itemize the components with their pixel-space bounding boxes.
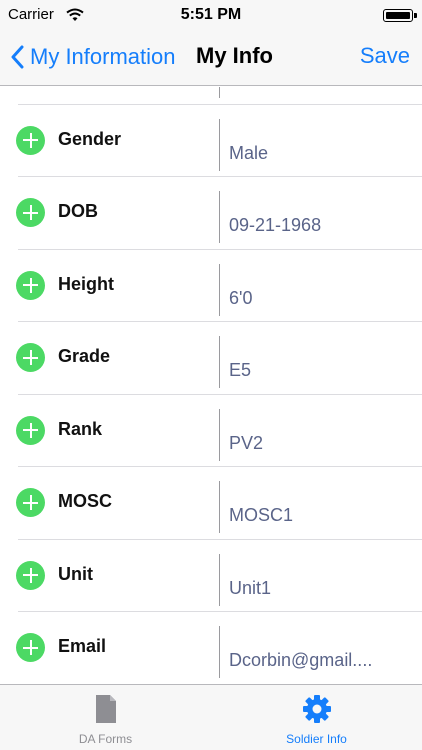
- back-button[interactable]: My Information: [10, 42, 176, 72]
- navigation-bar: My Information My Info Save: [0, 30, 422, 86]
- field-row: Gender Male: [0, 105, 422, 177]
- save-button[interactable]: Save: [360, 43, 410, 69]
- back-label: My Information: [30, 44, 176, 69]
- field-row: DOB 09-21-1968: [0, 177, 422, 250]
- field-value[interactable]: 6'0: [229, 288, 414, 309]
- field-divider: [219, 263, 220, 316]
- field-row: Unit Unit1: [0, 540, 422, 612]
- field-label: DOB: [58, 201, 98, 221]
- page-title: My Info: [196, 43, 273, 68]
- field-value[interactable]: MOSC1: [229, 505, 414, 526]
- field-row: Rank PV2: [0, 395, 422, 467]
- clock: 5:51 PM: [180, 6, 242, 23]
- field-label: Gender: [58, 128, 122, 149]
- tab-da-forms[interactable]: DA Forms: [0, 685, 211, 750]
- chevron-left-icon: [11, 45, 24, 69]
- add-icon[interactable]: [16, 125, 45, 155]
- field-label: MOSC: [58, 491, 112, 511]
- add-icon[interactable]: [16, 343, 45, 372]
- field-label: Height: [58, 273, 114, 294]
- field-value[interactable]: Dcorbin@gmail....: [229, 650, 414, 671]
- field-value[interactable]: E5: [229, 360, 414, 381]
- field-divider: [219, 553, 220, 606]
- gear-icon: [302, 695, 331, 723]
- status-bar: Carrier 5:51 PM: [0, 0, 422, 30]
- tab-soldier-info[interactable]: Soldier Info: [211, 685, 422, 750]
- field-value[interactable]: PV2: [229, 433, 414, 454]
- tab-label: DA Forms: [78, 732, 133, 746]
- field-divider: [219, 336, 220, 388]
- field-divider: [219, 481, 220, 533]
- field-row: First NameCorbin: [0, 87, 422, 105]
- field-divider: [219, 87, 220, 98]
- info-list[interactable]: First NameCorbin Gender Male DOB 09-21-1968 H…: [0, 87, 422, 684]
- field-row: MOSC MOSC1: [0, 467, 422, 540]
- field-divider: [219, 118, 220, 171]
- add-icon[interactable]: [16, 198, 45, 227]
- document-icon: [95, 695, 116, 723]
- field-row: Email Dcorbin@gmail....: [0, 612, 422, 684]
- tab-bar: DA Forms Soldier Info: [0, 684, 422, 750]
- battery-icon: [383, 9, 413, 22]
- field-value[interactable]: 09-21-1968: [229, 215, 414, 236]
- tab-label: Soldier Info: [286, 732, 347, 746]
- field-row: Grade E5: [0, 322, 422, 395]
- field-value[interactable]: Corbin: [229, 87, 414, 91]
- field-divider: [219, 626, 220, 678]
- field-divider: [219, 191, 220, 243]
- add-icon[interactable]: [16, 633, 45, 662]
- field-label: Rank: [58, 418, 103, 439]
- field-value[interactable]: Male: [229, 143, 414, 164]
- add-icon[interactable]: [16, 270, 45, 300]
- field-value[interactable]: Unit1: [229, 578, 414, 599]
- field-row: Height 6'0: [0, 250, 422, 322]
- field-divider: [219, 408, 220, 461]
- add-icon[interactable]: [16, 488, 45, 517]
- field-label: Grade: [58, 346, 111, 366]
- field-label: Unit: [58, 563, 93, 584]
- battery-tip: [414, 13, 417, 18]
- add-icon[interactable]: [16, 560, 45, 590]
- add-icon[interactable]: [16, 415, 45, 445]
- field-label: Email: [58, 636, 107, 656]
